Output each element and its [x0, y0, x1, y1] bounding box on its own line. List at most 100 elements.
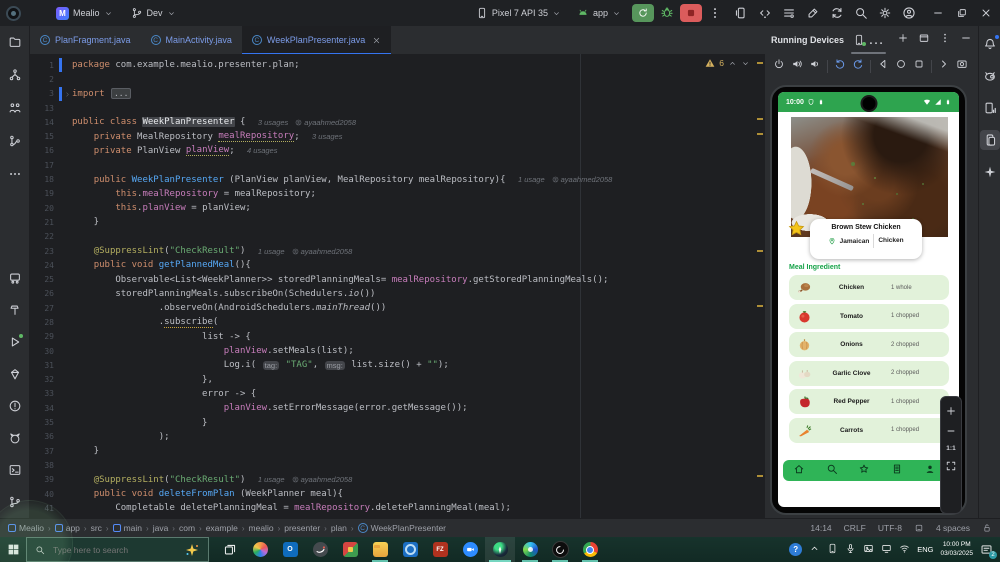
line-number[interactable]: 2: [30, 75, 59, 84]
usage-hint[interactable]: 3 usages: [312, 132, 342, 141]
tray-mic-button[interactable]: [845, 541, 856, 559]
code-line[interactable]: 1 package com.example.mealio.presenter.pl…: [30, 58, 755, 73]
inspections-widget[interactable]: 6: [702, 57, 753, 69]
line-separator[interactable]: CRLF: [844, 523, 866, 533]
minimize-window-button[interactable]: [926, 2, 950, 24]
line-number[interactable]: 3: [30, 89, 59, 98]
line-number[interactable]: 32: [30, 375, 59, 384]
line-number[interactable]: 16: [30, 146, 59, 155]
panel-more-vertical-button[interactable]: [939, 31, 951, 49]
stripe-device-explorer[interactable]: [980, 98, 1000, 118]
get-help-icon[interactable]: ?: [789, 543, 803, 556]
tab-planfragment-java[interactable]: C PlanFragment.java: [30, 26, 141, 54]
prev-problem-icon[interactable]: [728, 59, 737, 68]
emulator-phone[interactable]: 10:00 Brown Stew Chicken Jamaican Chicke…: [770, 85, 967, 515]
tray-caret-up-button[interactable]: [809, 541, 820, 559]
line-number[interactable]: 31: [30, 361, 59, 370]
breadcrumb-item[interactable]: com: [179, 523, 195, 533]
emu-expand-button[interactable]: [938, 57, 950, 75]
taskbar-app-copilot[interactable]: [245, 537, 275, 562]
fit-screen-icon[interactable]: [945, 460, 957, 472]
author-hint[interactable]: ayaahmed2058: [295, 118, 356, 127]
code-line[interactable]: 27 .observeOn(AndroidSchedulers. mainThre…: [30, 301, 755, 315]
code-line[interactable]: 41 Completable deletePlanningMeal = meal…: [30, 501, 755, 515]
taskbar-app-obs[interactable]: [545, 537, 575, 562]
stripe-problems[interactable]: [5, 396, 25, 416]
usage-hint[interactable]: 4 usages: [247, 146, 277, 155]
tray-network-button[interactable]: [899, 541, 910, 559]
code-line[interactable]: 30 planView .setMeals(list);: [30, 344, 755, 358]
search-input[interactable]: [51, 543, 155, 556]
next-problem-icon[interactable]: [741, 59, 750, 68]
line-number[interactable]: 39: [30, 475, 59, 484]
code-line[interactable]: 34 planView .setErrorMessage(error.getMes…: [30, 401, 755, 415]
lock-open-icon[interactable]: [982, 523, 992, 533]
maximize-window-button[interactable]: [950, 2, 974, 24]
taskbar-app-explorer[interactable]: [365, 537, 395, 562]
line-number[interactable]: 40: [30, 490, 59, 499]
editor-scrollbar[interactable]: [757, 54, 763, 518]
profile-icon[interactable]: [902, 6, 916, 20]
taskbar-app-edge[interactable]: [515, 537, 545, 562]
emu-rotate-right-button[interactable]: [852, 57, 864, 75]
zoom-reset-button[interactable]: 1:1: [946, 445, 955, 452]
breadcrumb-item[interactable]: src: [91, 523, 102, 533]
taskbar-app-outlook[interactable]: O: [275, 537, 305, 562]
line-number[interactable]: 22: [30, 232, 59, 241]
emu-volume-down-button[interactable]: [809, 57, 821, 75]
tray-phone-button[interactable]: [827, 541, 838, 559]
stripe-project-folder[interactable]: [5, 32, 25, 52]
author-hint[interactable]: ayaahmed2058: [292, 247, 352, 256]
line-number[interactable]: 34: [30, 404, 59, 413]
taskbar-app-teams[interactable]: [395, 537, 425, 562]
todo-list-icon[interactable]: [782, 6, 796, 20]
code-line[interactable]: 2: [30, 72, 755, 86]
caret-position[interactable]: 14:14: [810, 523, 831, 533]
author-hint[interactable]: ayaahmed2058: [292, 475, 352, 484]
usage-hint[interactable]: 3 usages: [258, 118, 288, 127]
nav-search-button[interactable]: [826, 462, 838, 480]
code-line[interactable]: 36 );: [30, 430, 755, 444]
code-line[interactable]: 37 }: [30, 444, 755, 458]
usage-hint[interactable]: 1 usage: [258, 247, 285, 256]
line-number[interactable]: 29: [30, 332, 59, 341]
stripe-more[interactable]: [5, 164, 25, 184]
code-line[interactable]: 32 },: [30, 373, 755, 387]
zoom-in-icon[interactable]: [945, 405, 957, 417]
taskbar-app-zoom-app[interactable]: [455, 537, 485, 562]
stripe-version-control[interactable]: [5, 492, 25, 512]
line-number[interactable]: 38: [30, 461, 59, 470]
line-number[interactable]: 27: [30, 304, 59, 313]
breadcrumb-item[interactable]: main: [112, 523, 142, 533]
close-icon[interactable]: [372, 36, 381, 45]
favorite-star-icon[interactable]: [788, 220, 805, 237]
line-number[interactable]: 24: [30, 261, 59, 270]
breadcrumb-item[interactable]: mealio: [249, 523, 274, 533]
code-line[interactable]: 21 }: [30, 215, 755, 229]
line-number[interactable]: 26: [30, 289, 59, 298]
taskbar-app-chrome[interactable]: [575, 537, 605, 562]
phone-screen[interactable]: 10:00 Brown Stew Chicken Jamaican Chicke…: [778, 92, 959, 507]
line-number[interactable]: 17: [30, 161, 59, 170]
notifications-button[interactable]: 2: [980, 543, 997, 559]
code-with-me-icon[interactable]: [758, 6, 772, 20]
stripe-app-insights[interactable]: [5, 364, 25, 384]
ingredient-row-chicken[interactable]: Chicken 1 whole: [789, 275, 949, 300]
code-line[interactable]: 38: [30, 458, 755, 472]
code-line[interactable]: 35 }: [30, 415, 755, 429]
build-icon[interactable]: [806, 6, 820, 20]
line-number[interactable]: 14: [30, 118, 59, 127]
stripe-pull-requests[interactable]: [5, 98, 25, 118]
code-line[interactable]: 13: [30, 101, 755, 115]
stripe-build-hammer[interactable]: [5, 300, 25, 320]
close-window-button[interactable]: [974, 2, 998, 24]
panel-window-button[interactable]: [918, 31, 930, 49]
fold-indicator[interactable]: [64, 85, 72, 103]
ingredient-row-garlic[interactable]: Garlic Clove 2 chopped: [789, 360, 949, 386]
line-number[interactable]: 35: [30, 418, 59, 427]
code-line[interactable]: 24 public void getPlannedMeal(){: [30, 258, 755, 272]
stripe-running-devices[interactable]: [979, 130, 1000, 150]
taskbar-app-office[interactable]: [335, 537, 365, 562]
taskbar-clock[interactable]: 10:00 PM 03/03/2025: [940, 541, 973, 557]
emu-back-button[interactable]: [877, 57, 889, 75]
